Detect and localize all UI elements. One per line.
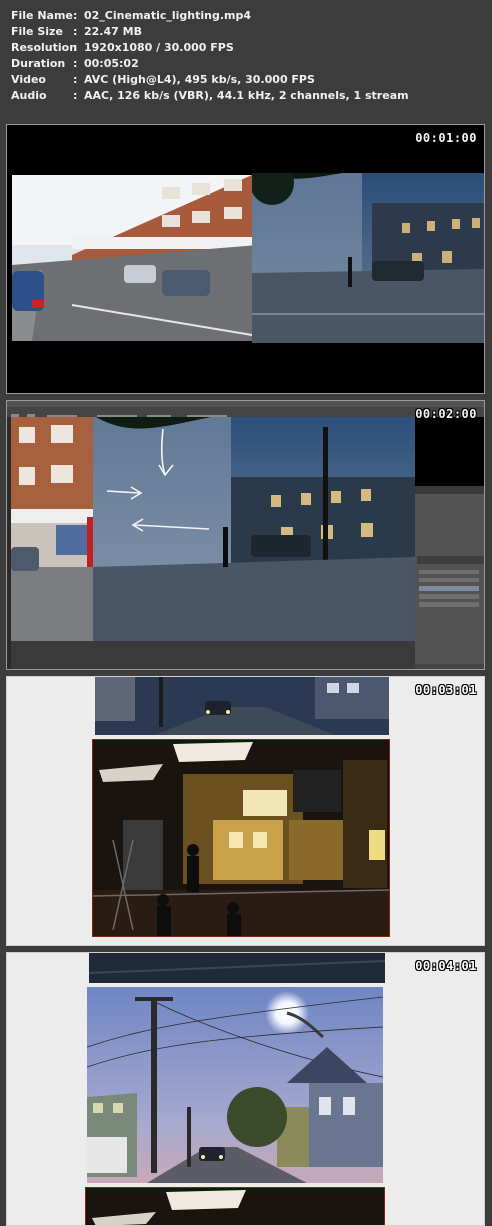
info-label: Audio: [11, 89, 47, 102]
photoshop-panels: [415, 486, 484, 669]
info-label: File Name: [11, 9, 73, 22]
timestamp: 00:04:01: [415, 959, 477, 973]
timestamp: 00:01:00: [415, 131, 477, 145]
film-set-image: [92, 739, 390, 937]
night-neighborhood-image: [95, 677, 389, 735]
info-value: AAC, 126 kb/s (VBR), 44.1 kHz, 2 channel…: [84, 89, 409, 102]
info-label: Resolution: [11, 41, 78, 54]
info-value: 1920x1080 / 30.000 FPS: [84, 41, 234, 54]
info-row-audio: Audio : AAC, 126 kb/s (VBR), 44.1 kHz, 2…: [11, 88, 409, 104]
info-label: File Size: [11, 25, 63, 38]
info-row-resolution: Resolution : 1920x1080 / 30.000 FPS: [11, 40, 409, 56]
info-separator: :: [73, 57, 78, 70]
canvas-black-area: [415, 417, 484, 486]
info-label: Duration: [11, 57, 66, 70]
timestamp: 00:03:01: [415, 683, 477, 697]
info-row-file-size: File Size : 22.47 MB: [11, 24, 409, 40]
timestamp: 00:02:00: [415, 407, 477, 421]
dark-strip-image: [89, 953, 385, 983]
media-info-panel: File Name : 02_Cinematic_lighting.mp4 Fi…: [11, 8, 409, 104]
info-row-video: Video : AVC (High@L4), 495 kb/s, 30.000 …: [11, 72, 409, 88]
thumbnail-frame-4: 00:04:01: [6, 952, 485, 1226]
info-value: AVC (High@L4), 495 kb/s, 30.000 FPS: [84, 73, 315, 86]
film-set-strip-image: [85, 1187, 385, 1225]
photoshop-options-bar: [7, 407, 484, 420]
day-street-image: [12, 175, 258, 341]
dusk-street-image: [87, 987, 383, 1183]
thumbnail-frame-1: 00:01:00: [6, 124, 485, 394]
info-value: 00:05:02: [84, 57, 139, 70]
info-value: 02_Cinematic_lighting.mp4: [84, 9, 252, 22]
info-separator: :: [73, 73, 78, 86]
info-row-file-name: File Name : 02_Cinematic_lighting.mp4: [11, 8, 409, 24]
composite-street-image: [11, 417, 415, 641]
info-label: Video: [11, 73, 46, 86]
thumbnail-frame-3: 00:03:01: [6, 676, 485, 946]
info-separator: :: [73, 9, 78, 22]
night-street-image: [252, 173, 484, 343]
info-separator: :: [73, 89, 78, 102]
info-value: 22.47 MB: [84, 25, 142, 38]
thumbnail-frame-2: 00:02:00: [6, 400, 485, 670]
info-separator: :: [73, 41, 78, 54]
info-row-duration: Duration : 00:05:02: [11, 56, 409, 72]
info-separator: :: [73, 25, 78, 38]
